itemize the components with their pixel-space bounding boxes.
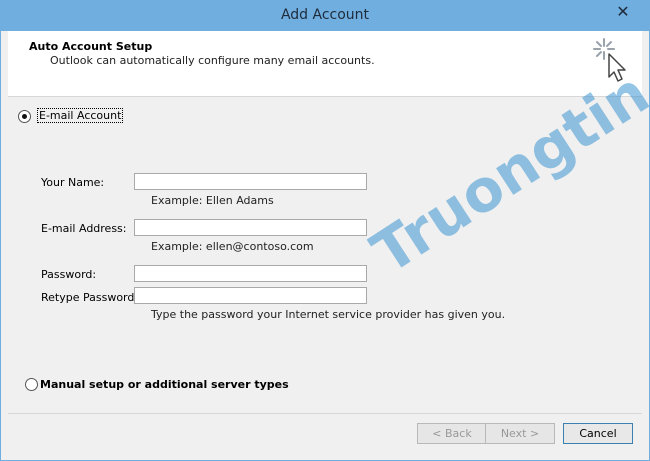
retype-password-input[interactable] bbox=[134, 287, 367, 304]
your-name-input[interactable] bbox=[134, 173, 367, 190]
email-account-label-text: E-mail Account bbox=[37, 108, 124, 123]
password-hint: Type the password your Internet service … bbox=[151, 308, 506, 321]
back-button[interactable]: < Back bbox=[417, 423, 487, 444]
add-account-dialog: Add Account ✕ Auto Account Setup Outlook… bbox=[0, 0, 650, 461]
your-name-hint: Example: Ellen Adams bbox=[151, 194, 274, 207]
email-account-radio[interactable] bbox=[18, 110, 31, 123]
wizard-wand-icon bbox=[593, 38, 626, 82]
manual-setup-radio[interactable] bbox=[25, 378, 38, 391]
next-button[interactable]: Next > bbox=[485, 423, 555, 444]
wizard-footer: < Back Next > Cancel bbox=[8, 413, 642, 460]
wizard-header: Auto Account Setup Outlook can automatic… bbox=[8, 31, 642, 97]
manual-setup-label[interactable]: Manual setup or additional server types bbox=[40, 378, 289, 391]
your-name-label: Your Name: bbox=[41, 176, 105, 189]
cancel-button[interactable]: Cancel bbox=[563, 423, 633, 444]
retype-password-label: Retype Password: bbox=[41, 291, 139, 304]
password-input[interactable] bbox=[134, 265, 367, 282]
email-address-input[interactable] bbox=[134, 219, 367, 236]
header-subtitle: Outlook can automatically configure many… bbox=[50, 54, 375, 67]
header-title: Auto Account Setup bbox=[29, 40, 153, 53]
password-label: Password: bbox=[41, 268, 97, 281]
window-title: Add Account bbox=[280, 7, 370, 23]
close-button[interactable]: ✕ bbox=[601, 1, 645, 23]
email-address-hint: Example: ellen@contoso.com bbox=[151, 240, 314, 253]
close-icon: ✕ bbox=[616, 2, 630, 21]
email-account-label[interactable]: E-mail Account bbox=[37, 108, 124, 123]
title-bar[interactable]: Add Account ✕ bbox=[1, 1, 649, 31]
email-address-label: E-mail Address: bbox=[41, 222, 127, 235]
wizard-content: E-mail Account Your Name: Example: Ellen… bbox=[8, 97, 642, 413]
